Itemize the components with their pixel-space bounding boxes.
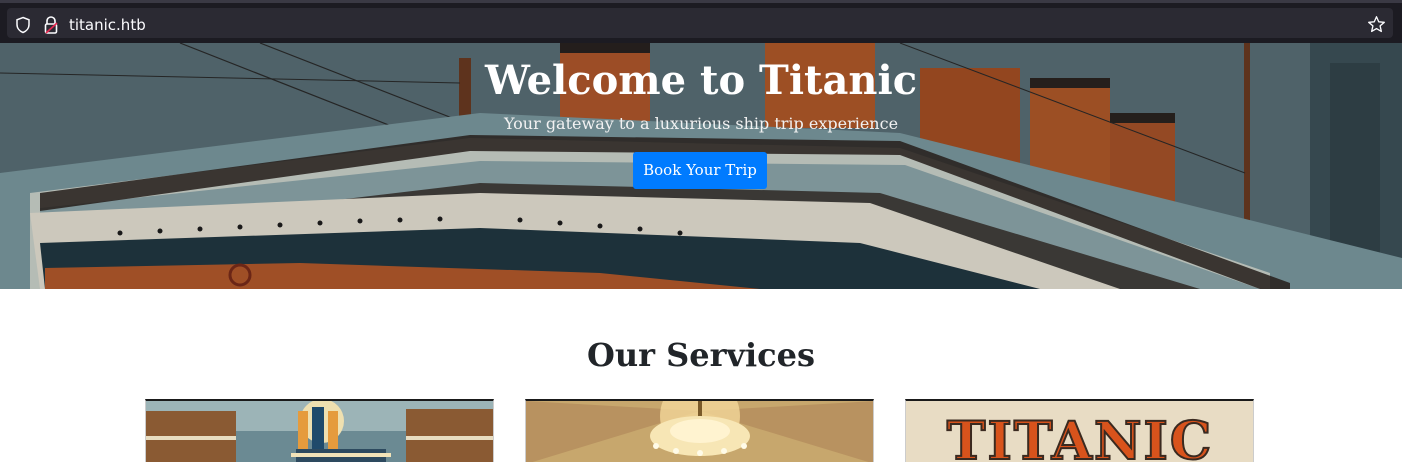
hero-subtitle: Your gateway to a luxurious ship trip ex…	[503, 114, 899, 133]
url-text[interactable]: titanic.htb	[69, 15, 146, 35]
poster-text: TITANIC	[947, 411, 1213, 462]
address-bar[interactable]	[7, 8, 1393, 38]
service-card[interactable]	[525, 399, 874, 462]
lock-icon[interactable]	[42, 15, 60, 35]
ship-deck-illustration	[146, 401, 493, 462]
book-trip-button[interactable]: Book Your Trip	[633, 152, 767, 189]
hero-title: Welcome to Titanic	[484, 57, 918, 104]
titanic-poster-illustration: TITANIC	[906, 401, 1253, 462]
service-card[interactable]: TITANIC	[905, 399, 1254, 462]
hero-banner: Welcome to Titanic Your gateway to a lux…	[0, 43, 1402, 289]
services-title: Our Services	[586, 336, 816, 374]
service-card[interactable]	[145, 399, 494, 462]
star-icon[interactable]	[1367, 15, 1386, 34]
chandelier-hall-illustration	[526, 401, 873, 462]
shield-icon[interactable]	[14, 16, 32, 34]
browser-toolbar: titanic.htb	[0, 0, 1402, 43]
